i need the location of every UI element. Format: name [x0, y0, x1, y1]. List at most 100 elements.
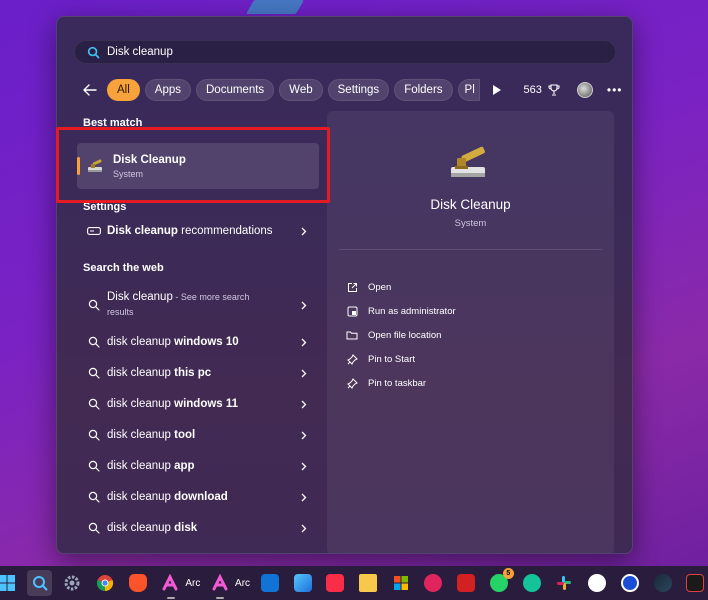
notification-badge: 5 [502, 568, 514, 579]
chevron-right-icon [299, 368, 309, 378]
best-match-heading: Best match [83, 117, 143, 129]
search-icon [87, 490, 101, 504]
more-options-icon[interactable]: ••• [607, 83, 623, 97]
action-open[interactable]: Open [345, 278, 391, 296]
outlook-icon[interactable] [257, 570, 283, 596]
action-open-file-location[interactable]: Open file location [345, 326, 441, 344]
whatsapp-icon[interactable]: 5 [486, 568, 514, 596]
rewards-points[interactable]: 563 [524, 84, 542, 96]
preview-title: Disk Cleanup [430, 197, 511, 212]
red-app-icon[interactable] [453, 570, 479, 596]
admin-shield-icon [345, 304, 359, 318]
web-result-label: disk cleanup tool [107, 429, 196, 441]
chrome-icon[interactable] [92, 570, 118, 596]
settings-gear-icon[interactable] [59, 570, 85, 596]
action-label: Pin to taskbar [368, 377, 427, 389]
search-icon [87, 366, 101, 380]
web-result-app[interactable]: disk cleanup app [77, 452, 319, 480]
microsoft-store-icon[interactable] [388, 570, 414, 596]
disk-cleanup-app-icon [87, 157, 105, 175]
web-result-this-pc[interactable]: disk cleanup this pc [77, 359, 319, 387]
filter-bar: All Apps Documents Web Settings Folders … [79, 78, 632, 102]
filter-chip-settings[interactable]: Settings [327, 79, 390, 101]
filter-chip-all[interactable]: All [107, 79, 140, 101]
search-icon [87, 298, 101, 312]
best-match-disk-cleanup[interactable]: Disk Cleanup System [77, 143, 319, 189]
best-match-subtitle: System [113, 168, 144, 179]
slack-icon[interactable] [552, 570, 578, 596]
web-result-download[interactable]: disk cleanup download [77, 483, 319, 511]
settings-result-recommendations[interactable]: Disk cleanup recommendations [77, 217, 319, 245]
action-label: Open [368, 281, 392, 293]
settings-heading: Settings [83, 201, 127, 213]
search-icon [85, 44, 101, 60]
search-icon [87, 428, 101, 442]
chevron-right-icon [299, 523, 309, 533]
brave-icon[interactable] [125, 570, 151, 596]
chevron-right-icon [299, 300, 309, 310]
action-pin-to-taskbar[interactable]: Pin to taskbar [345, 374, 426, 392]
scroll-filters-right-icon[interactable] [488, 79, 506, 101]
web-result-label: disk cleanup download [107, 491, 228, 503]
folder-icon [345, 328, 359, 342]
preview-divider [339, 249, 602, 250]
photos-icon[interactable] [290, 570, 316, 596]
search-icon [87, 459, 101, 473]
web-result-tool[interactable]: disk cleanup tool [77, 421, 319, 449]
web-result-windows-10[interactable]: disk cleanup windows 10 [77, 328, 319, 356]
start-search-panel: All Apps Documents Web Settings Folders … [56, 16, 633, 554]
storage-drive-icon [87, 224, 101, 238]
clock-app-icon[interactable] [617, 570, 643, 596]
preview-pane: Disk Cleanup System Open Run as administ… [327, 111, 614, 553]
filter-chip-apps[interactable]: Apps [144, 79, 191, 101]
music-icon[interactable] [322, 570, 348, 596]
preview-subtitle: System [454, 218, 487, 229]
web-result-label: disk cleanup app [107, 460, 195, 472]
filter-chip-documents[interactable]: Documents [196, 79, 275, 101]
back-arrow-icon[interactable] [79, 79, 101, 101]
web-result-disk[interactable]: disk cleanup disk [77, 514, 319, 542]
start-button-icon[interactable] [0, 570, 20, 596]
chevron-right-icon [299, 226, 309, 236]
filter-chip-folders[interactable]: Folders [394, 79, 453, 101]
action-pin-to-start[interactable]: Pin to Start [345, 350, 415, 368]
overflow-app-icon[interactable] [682, 570, 708, 596]
web-result-label: disk cleanup windows 10 [107, 336, 239, 348]
web-result-label: Disk cleanup - See more search results [107, 291, 250, 317]
arc-icon[interactable] [207, 570, 233, 599]
taskbar-search-icon[interactable] [26, 570, 53, 596]
streaming-app-icon[interactable] [421, 570, 447, 596]
chevron-right-icon [299, 430, 309, 440]
profile-avatar-icon[interactable] [576, 82, 593, 98]
action-label: Pin to Start [368, 353, 415, 365]
search-web-heading: Search the web [83, 262, 164, 274]
grammarly-icon[interactable] [519, 570, 545, 596]
running-indicator [216, 597, 225, 599]
web-result-label: disk cleanup disk [107, 522, 198, 534]
logitech-icon[interactable] [584, 570, 610, 596]
steam-icon[interactable] [650, 570, 676, 596]
filter-chip-truncated[interactable]: Pl [457, 79, 480, 101]
web-result-label: disk cleanup this pc [107, 367, 212, 379]
filter-chip-web[interactable]: Web [279, 79, 323, 101]
web-result-windows-11[interactable]: disk cleanup windows 11 [77, 390, 319, 418]
chevron-right-icon [299, 399, 309, 409]
search-box[interactable] [74, 40, 616, 64]
disk-cleanup-large-icon [445, 141, 493, 185]
search-input[interactable] [107, 46, 587, 58]
pin-icon [345, 352, 359, 366]
chevron-right-icon [299, 337, 309, 347]
chevron-right-icon [299, 492, 309, 502]
arc-icon[interactable] [158, 570, 184, 599]
action-label: Open file location [368, 329, 442, 341]
file-explorer-icon[interactable] [355, 570, 381, 596]
background-decoration [245, 0, 305, 14]
taskbar-arc-label: Arc [235, 577, 251, 589]
search-icon [87, 521, 101, 535]
selection-indicator [77, 157, 80, 175]
trophy-icon[interactable] [547, 83, 561, 97]
running-indicator [166, 597, 175, 599]
action-run-as-admin[interactable]: Run as administrator [345, 302, 456, 320]
best-match-title: Disk Cleanup [113, 153, 186, 166]
web-result-see-more[interactable]: Disk cleanup - See more search results [77, 287, 319, 323]
